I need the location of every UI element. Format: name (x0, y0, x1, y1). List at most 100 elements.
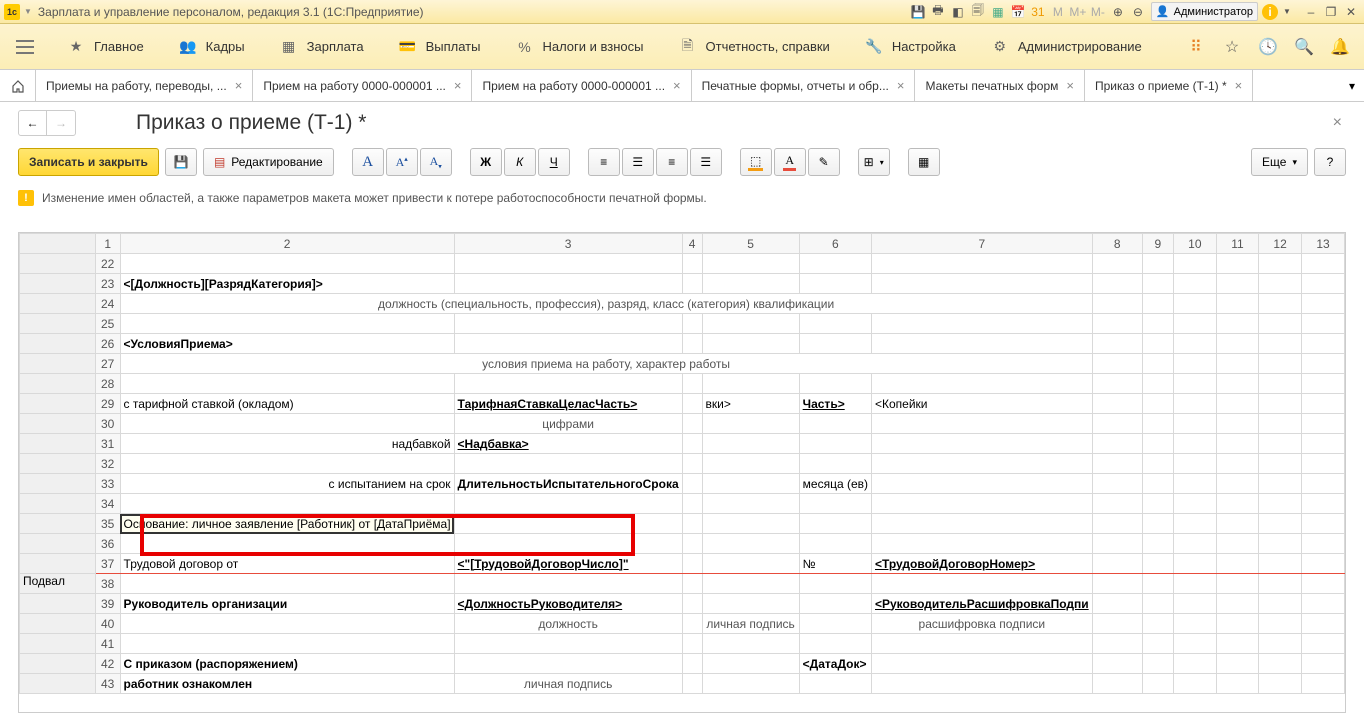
sheet-cell[interactable] (1302, 534, 1345, 554)
sheet-cell[interactable]: <УсловияПриема> (120, 334, 454, 354)
sheet-cell[interactable] (1173, 294, 1216, 314)
sheet-cell[interactable] (1142, 414, 1173, 434)
sheet-cell[interactable] (1302, 294, 1345, 314)
sheet-cell[interactable] (1142, 454, 1173, 474)
sheet-cell[interactable] (1173, 274, 1216, 294)
sheet-cell[interactable] (1142, 654, 1173, 674)
sheet-cell[interactable] (702, 334, 799, 354)
sheet-cell[interactable] (682, 254, 702, 274)
tab-close-icon[interactable]: × (454, 78, 462, 93)
sheet-cell[interactable] (1216, 374, 1258, 394)
sheet-cell[interactable] (1173, 414, 1216, 434)
sheet-cell[interactable] (799, 674, 871, 694)
sheet-cell[interactable] (702, 254, 799, 274)
tab-3[interactable]: Печатные формы, отчеты и обр...× (692, 70, 916, 101)
col-header[interactable]: 13 (1302, 234, 1345, 254)
col-header-section[interactable] (20, 234, 96, 254)
compare-icon[interactable]: ◧ (949, 3, 967, 21)
row-header[interactable]: 38 (95, 574, 120, 594)
sheet-cell[interactable] (1302, 374, 1345, 394)
sheet-cell[interactable] (1302, 414, 1345, 434)
sheet-cell[interactable]: <Копейки (872, 394, 1093, 414)
font-size-inc-button[interactable]: A▴ (386, 148, 418, 176)
back-button[interactable]: ← (19, 111, 47, 135)
underline-button[interactable]: Ч (538, 148, 570, 176)
sheet-cell[interactable] (682, 434, 702, 454)
sheet-cell[interactable] (872, 574, 1093, 594)
sheet-cell[interactable]: <РуководительРасшифровкаПодпи (872, 594, 1093, 614)
tab-close-icon[interactable]: × (1066, 78, 1074, 93)
sheet-cell[interactable] (872, 654, 1093, 674)
sheet-cell[interactable] (682, 374, 702, 394)
sheet-cell[interactable] (872, 414, 1093, 434)
italic-button[interactable]: К (504, 148, 536, 176)
sheet-cell[interactable] (1173, 454, 1216, 474)
dropdown-icon[interactable]: ▼ (24, 7, 32, 16)
sheet-cell[interactable] (1092, 554, 1142, 574)
sheet-cell[interactable] (454, 534, 682, 554)
menu-icon[interactable] (10, 32, 40, 62)
sheet-cell[interactable] (120, 414, 454, 434)
m-icon[interactable]: M (1049, 3, 1067, 21)
sheet-cell[interactable] (682, 634, 702, 654)
row-header[interactable]: 35 (95, 514, 120, 534)
row-header[interactable]: 29 (95, 394, 120, 414)
sheet-cell[interactable] (799, 254, 871, 274)
sheet-cell[interactable] (454, 314, 682, 334)
sheet-cell[interactable] (682, 574, 702, 594)
sheet-cell[interactable] (799, 314, 871, 334)
sheet-cell[interactable] (1259, 554, 1302, 574)
sheet-cell[interactable] (1259, 254, 1302, 274)
sheet-cell[interactable] (1302, 614, 1345, 634)
sheet-cell[interactable] (799, 274, 871, 294)
sheet-cell[interactable] (1142, 674, 1173, 694)
maximize-icon[interactable]: ❐ (1322, 3, 1340, 21)
sheet-cell[interactable] (1173, 314, 1216, 334)
sheet-cell[interactable] (872, 494, 1093, 514)
sheet-cell[interactable] (1302, 514, 1345, 534)
sheet-cell[interactable] (1302, 434, 1345, 454)
sheet-cell[interactable] (872, 334, 1093, 354)
sheet-cell[interactable] (702, 554, 799, 574)
sheet-cell[interactable] (1142, 334, 1173, 354)
sheet-cell[interactable]: <"[ТрудовойДоговорЧисло]" (454, 554, 682, 574)
more-button[interactable]: Еще ▾ (1251, 148, 1308, 176)
sheet-cell[interactable] (120, 574, 454, 594)
sheet-cell[interactable] (702, 474, 799, 494)
sheet-cell[interactable] (1173, 674, 1216, 694)
sheet-cell[interactable] (1142, 594, 1173, 614)
sheet-cell[interactable] (1302, 634, 1345, 654)
col-header[interactable]: 7 (872, 234, 1093, 254)
sheet-cell[interactable] (799, 574, 871, 594)
sheet-cell[interactable] (1092, 594, 1142, 614)
sheet-cell[interactable] (702, 314, 799, 334)
sheet-cell[interactable] (1259, 634, 1302, 654)
sheet-cell[interactable] (1173, 474, 1216, 494)
sheet-cell[interactable] (1302, 454, 1345, 474)
sheet-cell[interactable] (1259, 394, 1302, 414)
sheet-cell[interactable] (682, 534, 702, 554)
sheet-cell[interactable] (120, 454, 454, 474)
sheet-cell[interactable] (872, 274, 1093, 294)
sheet-cell[interactable] (1302, 654, 1345, 674)
sheet-cell[interactable] (1302, 254, 1345, 274)
sheet-cell[interactable] (1216, 514, 1258, 534)
sheet-cell[interactable] (702, 454, 799, 474)
copy-icon[interactable]: 🗐 (969, 3, 987, 21)
sheet-cell[interactable] (872, 674, 1093, 694)
sheet-cell[interactable]: ДлительностьИспытательногоСрока (454, 474, 682, 494)
sheet-cell[interactable] (1216, 574, 1258, 594)
sheet-cell[interactable] (702, 374, 799, 394)
sheet-cell[interactable] (702, 634, 799, 654)
date-icon[interactable]: 31 (1029, 3, 1047, 21)
sheet-cell[interactable] (1142, 474, 1173, 494)
sheet-cell[interactable] (1216, 274, 1258, 294)
sheet-cell[interactable]: цифрами (454, 414, 682, 434)
sheet-cell[interactable] (1216, 294, 1258, 314)
sheet-cell[interactable] (1302, 474, 1345, 494)
sheet-cell[interactable] (872, 374, 1093, 394)
sheet-cell[interactable] (1142, 614, 1173, 634)
sheet-cell[interactable] (1173, 574, 1216, 594)
nav-main[interactable]: ★Главное (50, 24, 162, 70)
sheet-cell[interactable]: с тарифной ставкой (окладом) (120, 394, 454, 414)
